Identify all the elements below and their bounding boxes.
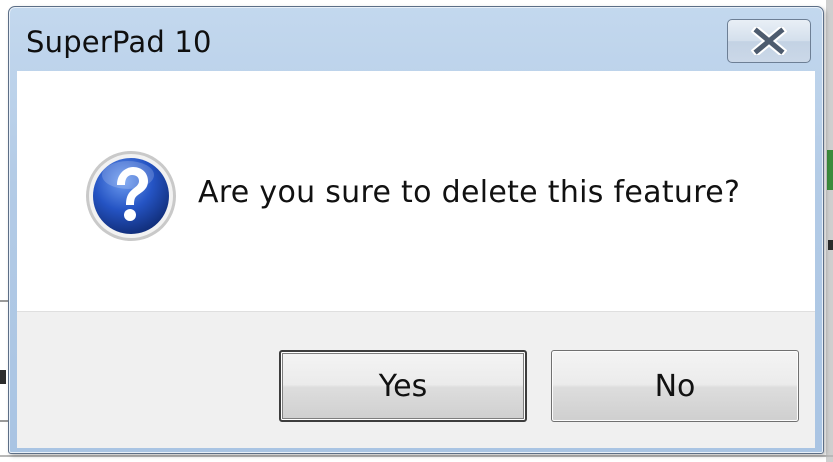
background-gridline (0, 420, 8, 422)
close-button[interactable] (727, 19, 811, 63)
confirm-dialog: SuperPad 10 Are you sure to delete this … (8, 6, 824, 454)
yes-button[interactable]: Yes (279, 350, 527, 422)
background-gridline (0, 300, 8, 302)
message-area: Are you sure to delete this feature? (17, 71, 815, 311)
background-edge (826, 0, 833, 462)
background-gridline (0, 455, 833, 457)
question-icon (84, 149, 178, 243)
no-button[interactable]: No (551, 350, 799, 422)
dialog-body: Are you sure to delete this feature? Yes… (17, 71, 815, 448)
confirm-message: Are you sure to delete this feature? (198, 175, 741, 210)
dialog-title: SuperPad 10 (26, 25, 212, 59)
background-mark (827, 150, 833, 190)
background-mark (0, 370, 6, 384)
button-bar: Yes No (17, 311, 815, 448)
title-bar[interactable]: SuperPad 10 (9, 7, 823, 73)
background-mark (828, 240, 833, 250)
close-icon (751, 27, 787, 55)
